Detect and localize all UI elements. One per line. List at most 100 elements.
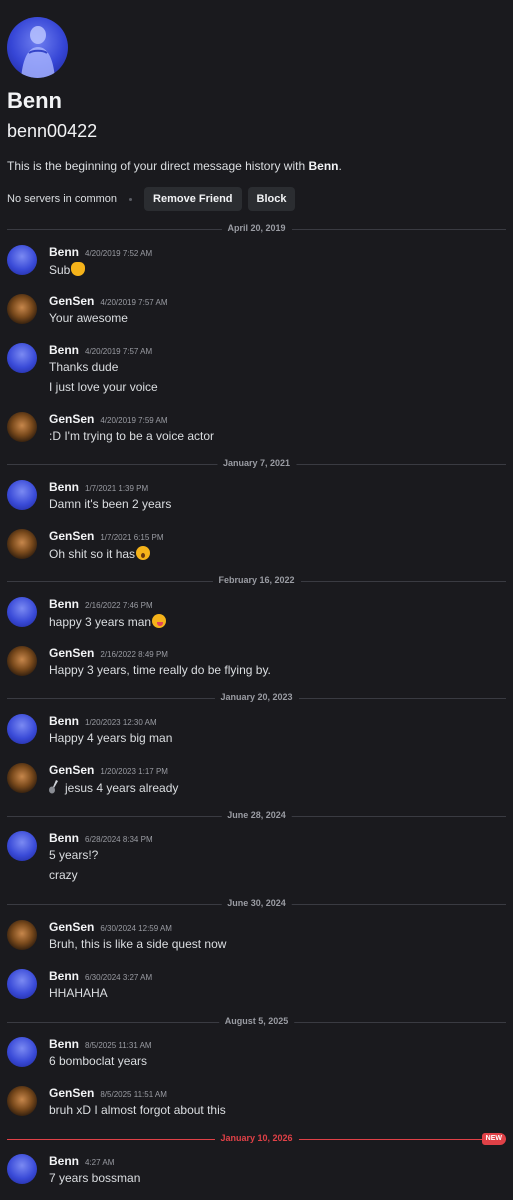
message-group[interactable]: Benn 8/5/2025 11:31 AM 6 bomboclat years — [7, 1037, 506, 1077]
message-author[interactable]: GenSen 8/5/2025 11:51 AM — [49, 1086, 167, 1100]
user-avatar[interactable] — [7, 294, 37, 324]
user-avatar[interactable] — [7, 1086, 37, 1116]
user-avatar[interactable] — [7, 763, 37, 793]
message-author[interactable]: Benn 8/5/2025 11:31 AM — [49, 1037, 152, 1051]
message-author[interactable]: GenSen 6/30/2024 12:59 AM — [49, 920, 172, 934]
date-divider: January 7, 2021 — [7, 458, 506, 470]
user-avatar[interactable] — [7, 831, 37, 861]
message-content: 6 bomboclat years — [49, 1054, 148, 1068]
date-divider-label: January 7, 2021 — [216, 458, 297, 468]
message-group[interactable]: Benn 6/28/2024 8:34 PM 5 years!? crazy — [7, 831, 506, 886]
message-author[interactable]: Benn 4/20/2019 7:52 AM — [49, 245, 152, 259]
message-timestamp: 1/7/2021 6:15 PM — [100, 533, 164, 542]
guitar-emoji-icon — [49, 780, 58, 794]
message-author[interactable]: Benn 6/28/2024 8:34 PM — [49, 831, 153, 845]
message-content: 7 years bossman — [49, 1171, 141, 1185]
profile-username: benn00422 — [7, 121, 98, 141]
user-avatar[interactable] — [7, 1037, 37, 1067]
astonished-emoji-icon — [136, 546, 151, 560]
message-group[interactable]: Benn 1/7/2021 1:39 PM Damn it's been 2 ye… — [7, 480, 506, 520]
date-divider: January 20, 2023 — [7, 692, 506, 704]
block-button[interactable]: Block — [247, 187, 296, 211]
date-divider: February 16, 2022 — [7, 575, 506, 587]
dm-intro-text: This is the beginning of your direct mes… — [7, 159, 342, 173]
message-content: Happy 3 years, time really do be flying … — [49, 663, 271, 677]
message-content: jesus 4 years already — [49, 780, 178, 795]
message-group[interactable]: Benn 4/20/2019 7:52 AM Sub — [7, 245, 506, 285]
message-timestamp: 2/16/2022 7:46 PM — [85, 601, 153, 610]
date-divider: June 30, 2024 — [7, 898, 506, 910]
message-timestamp: 1/20/2023 12:30 AM — [85, 718, 157, 727]
user-avatar[interactable] — [7, 920, 37, 950]
user-avatar[interactable] — [7, 597, 37, 627]
message-content: 5 years!? — [49, 848, 99, 862]
message-group[interactable]: Benn 1/20/2023 12:30 AM Happy 4 years big… — [7, 714, 506, 754]
message-content: happy 3 years man — [49, 614, 167, 629]
message-author[interactable]: Benn 1/7/2021 1:39 PM — [49, 480, 148, 494]
user-avatar[interactable] — [7, 529, 37, 559]
intro-name: Benn — [308, 159, 339, 173]
user-avatar[interactable] — [7, 969, 37, 999]
message-group[interactable]: Benn 4/20/2019 7:57 AM Thanks dude I just… — [7, 343, 506, 398]
intro-suffix: . — [338, 159, 342, 173]
user-avatar[interactable] — [7, 646, 37, 676]
message-content: bruh xD I almost forgot about this — [49, 1103, 226, 1117]
message-author[interactable]: Benn 6/30/2024 3:27 AM — [49, 969, 152, 983]
user-avatar[interactable] — [7, 1154, 37, 1184]
message-group[interactable]: GenSen 6/30/2024 12:59 AM Bruh, this is l… — [7, 920, 506, 960]
message-content: HHAHAHA — [49, 986, 108, 1000]
message-author[interactable]: Benn 1/20/2023 12:30 AM — [49, 714, 157, 728]
user-avatar[interactable] — [7, 714, 37, 744]
message-timestamp: 4/20/2019 7:57 AM — [100, 298, 168, 307]
message-group[interactable]: GenSen 4/20/2019 7:59 AM :D I'm trying to… — [7, 412, 506, 452]
message-content: :D I'm trying to be a voice actor — [49, 429, 215, 443]
message-group[interactable]: GenSen 2/16/2022 8:49 PM Happy 3 years, t… — [7, 646, 506, 686]
message-author[interactable]: Benn 2/16/2022 7:46 PM — [49, 597, 153, 611]
user-avatar[interactable] — [7, 412, 37, 442]
message-content: Sub — [49, 262, 86, 277]
user-avatar[interactable] — [7, 343, 37, 373]
yum-emoji-icon — [152, 614, 167, 628]
message-author[interactable]: GenSen 4/20/2019 7:57 AM — [49, 294, 168, 308]
message-timestamp: 4/20/2019 7:57 AM — [85, 347, 153, 356]
message-group[interactable]: Benn 6/30/2024 3:27 AM HHAHAHA — [7, 969, 506, 1009]
date-divider: August 5, 2025 — [7, 1016, 506, 1028]
message-timestamp: 1/7/2021 1:39 PM — [85, 484, 149, 493]
message-timestamp: 4:27 AM — [85, 1158, 115, 1167]
dm-profile-header: Benn benn00422 This is the beginning of … — [0, 0, 513, 226]
message-content: crazy — [49, 868, 78, 882]
message-author[interactable]: GenSen 4/20/2019 7:59 AM — [49, 412, 168, 426]
no-servers-label: No servers in common — [7, 193, 118, 205]
message-author[interactable]: Benn 4:27 AM — [49, 1154, 114, 1168]
message-timestamp: 6/30/2024 12:59 AM — [100, 924, 172, 933]
message-author[interactable]: GenSen 2/16/2022 8:49 PM — [49, 646, 168, 660]
date-divider-label: June 28, 2024 — [221, 810, 292, 820]
new-messages-divider: January 10, 2026 NEW — [7, 1133, 506, 1145]
message-timestamp: 6/30/2024 3:27 AM — [85, 973, 153, 982]
date-divider-label: June 30, 2024 — [221, 898, 292, 908]
separator-dot — [129, 197, 133, 201]
message-timestamp: 4/20/2019 7:59 AM — [100, 416, 168, 425]
date-divider-label: April 20, 2019 — [221, 223, 292, 233]
user-avatar[interactable] — [7, 245, 37, 275]
date-divider: June 28, 2024 — [7, 810, 506, 822]
message-group[interactable]: GenSen 8/5/2025 11:51 AM bruh xD I almost… — [7, 1086, 506, 1126]
date-divider-label: February 16, 2022 — [212, 575, 301, 585]
message-author[interactable]: Benn 4/20/2019 7:57 AM — [49, 343, 152, 357]
message-author[interactable]: GenSen 1/7/2021 6:15 PM — [49, 529, 164, 543]
remove-friend-button[interactable]: Remove Friend — [144, 187, 242, 211]
message-group[interactable]: GenSen 4/20/2019 7:57 AM Your awesome — [7, 294, 506, 334]
profile-display-name: Benn — [7, 88, 62, 113]
message-group[interactable]: GenSen 1/7/2021 6:15 PM Oh shit so it has — [7, 529, 506, 569]
user-avatar[interactable] — [7, 480, 37, 510]
date-divider: April 20, 2019 — [7, 223, 506, 235]
message-group[interactable]: GenSen 1/20/2023 1:17 PM jesus 4 years al… — [7, 763, 506, 803]
message-content: Oh shit so it has — [49, 546, 151, 561]
message-group[interactable]: Benn 4:27 AM 7 years bossman — [7, 1154, 506, 1194]
message-group[interactable]: Benn 2/16/2022 7:46 PM happy 3 years man — [7, 597, 506, 637]
message-content: Your awesome — [49, 311, 128, 325]
message-content: Bruh, this is like a side quest now — [49, 937, 227, 951]
profile-avatar[interactable] — [7, 17, 68, 78]
message-content: Damn it's been 2 years — [49, 497, 172, 511]
message-author[interactable]: GenSen 1/20/2023 1:17 PM — [49, 763, 168, 777]
